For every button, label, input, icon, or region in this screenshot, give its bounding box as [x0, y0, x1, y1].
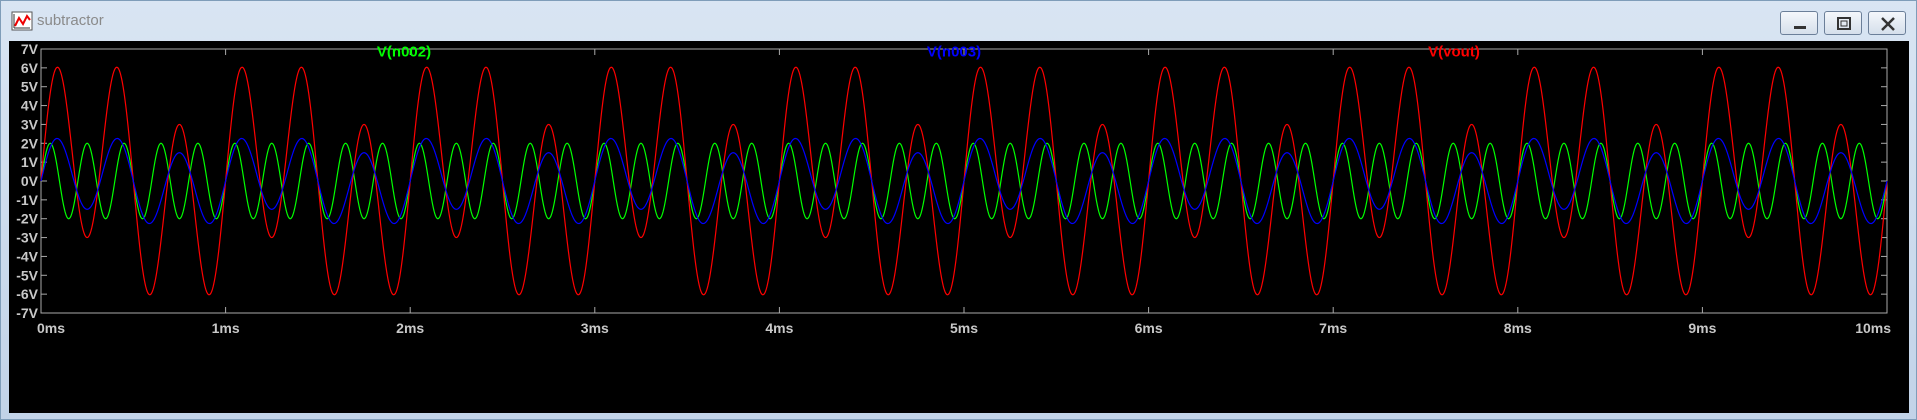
plot-pane[interactable]: 7V 6V 5V 4V 3V 2V 1V 0V -1V -2V -3V -4V -5V -6V -7V 0ms…	[9, 41, 1909, 413]
x-tick-label: 6ms	[1135, 320, 1163, 336]
y-tick-label: 5V	[21, 79, 39, 95]
y-tick-label: 4V	[21, 98, 39, 114]
y-tick-label: -4V	[16, 248, 38, 264]
close-button[interactable]	[1868, 11, 1906, 35]
window-title: subtractor	[37, 12, 104, 29]
y-tick-label: 6V	[21, 60, 39, 76]
x-tick-label: 1ms	[212, 320, 240, 336]
x-tick-label: 9ms	[1688, 320, 1716, 336]
x-tick-label: 10ms	[1855, 320, 1891, 336]
y-tick-label: 3V	[21, 116, 39, 132]
x-tick-label: 8ms	[1504, 320, 1532, 336]
title-bar[interactable]: subtractor	[1, 1, 1916, 41]
maximize-button[interactable]	[1824, 11, 1862, 35]
y-tick-label: 0V	[21, 173, 39, 189]
y-tick-label: 1V	[21, 154, 39, 170]
x-tick-label: 7ms	[1319, 320, 1347, 336]
y-tick-label: -1V	[16, 192, 38, 208]
legend-label-2[interactable]: V(vout)	[1428, 43, 1480, 60]
y-tick-label: -7V	[16, 305, 38, 321]
y-tick-label: 7V	[21, 41, 39, 57]
y-tick-label: -3V	[16, 230, 38, 246]
legend-label-1[interactable]: V(n003)	[927, 43, 981, 60]
x-tick-label: 5ms	[950, 320, 978, 336]
waveform-window: subtractor 7V 6V 5V 4V 3V 2V 1V 0V -1V -2V -3V -4V -…	[0, 0, 1917, 420]
y-tick-label: -2V	[16, 211, 38, 227]
x-tick-label: 4ms	[765, 320, 793, 336]
minimize-button[interactable]	[1780, 11, 1818, 35]
minimize-icon	[1794, 26, 1806, 29]
x-tick-label: 0ms	[37, 320, 65, 336]
y-tick-label: -6V	[16, 286, 38, 302]
y-tick-label: 2V	[21, 135, 39, 151]
waveform-chart[interactable]: 7V 6V 5V 4V 3V 2V 1V 0V -1V -2V -3V -4V -5V -6V -7V0ms…	[9, 41, 1909, 413]
maximize-icon	[1837, 17, 1851, 30]
legend-label-0[interactable]: V(n002)	[377, 43, 431, 60]
y-tick-label: -5V	[16, 267, 38, 283]
trace-v-n003[interactable]	[40, 137, 1888, 225]
waveform-chart-icon	[11, 11, 33, 31]
close-icon	[1881, 17, 1895, 31]
x-tick-label: 3ms	[581, 320, 609, 336]
x-tick-label: 2ms	[396, 320, 424, 336]
